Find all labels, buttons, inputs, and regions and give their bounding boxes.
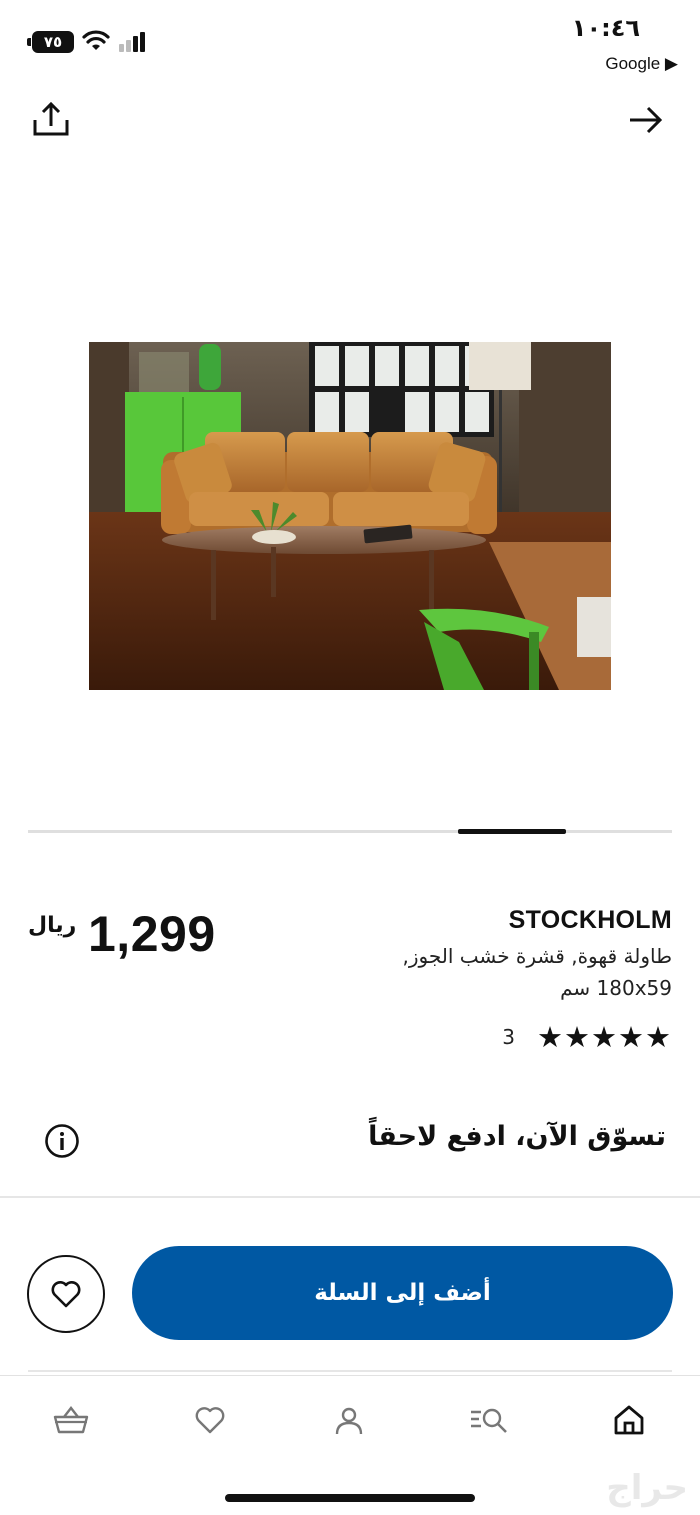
price-value: 1,299 (88, 906, 216, 962)
basket-icon (53, 1406, 89, 1434)
home-indicator[interactable] (225, 1494, 475, 1502)
profile-icon (335, 1407, 363, 1435)
battery-icon: ٧٥ (27, 31, 74, 53)
price: ريال 1,299 (28, 905, 268, 975)
product-image[interactable] (89, 342, 611, 690)
wifi-icon (82, 30, 110, 50)
status-bar: ٧٥ ١٠:٤٦ Google ▶ (0, 0, 700, 90)
pager-indicator (458, 829, 566, 834)
tab-search[interactable] (469, 1400, 509, 1440)
heart-icon (195, 1407, 225, 1434)
add-to-cart-button[interactable]: أضف إلى السلة (132, 1246, 673, 1340)
watermark-logo: حراج (606, 1468, 688, 1508)
status-time: ١٠:٤٦ (571, 14, 640, 42)
tab-favourites[interactable] (190, 1400, 230, 1440)
image-pager (28, 829, 672, 834)
price-currency: ريال (28, 913, 77, 938)
pay-later-label: تسوّق الآن، ادفع لاحقاً (368, 1121, 666, 1152)
tab-profile[interactable] (329, 1400, 369, 1440)
review-count: 3 (502, 1025, 515, 1049)
product-name[interactable]: STOCKHOLM (509, 906, 672, 935)
search-icon (471, 1408, 507, 1433)
share-button[interactable] (30, 100, 72, 140)
bottom-tab-bar: حراج (0, 1375, 700, 1515)
home-icon (614, 1405, 644, 1435)
favourite-button[interactable] (27, 1255, 105, 1333)
divider (28, 1370, 672, 1372)
product-photo (89, 342, 611, 690)
tab-basket[interactable] (51, 1400, 91, 1440)
tab-home[interactable] (609, 1400, 649, 1440)
back-to-app-link[interactable]: Google ▶ (605, 54, 678, 74)
battery-level: ٧٥ (43, 33, 63, 51)
signal-icon (119, 32, 145, 52)
product-description: طاولة قهوة, قشرة خشب الجوز, 180x59 سم (402, 944, 672, 1000)
arrow-right-icon (630, 106, 663, 134)
pay-later-row[interactable]: تسوّق الآن، ادفع لاحقاً (0, 1115, 700, 1171)
forward-button[interactable] (626, 100, 666, 140)
product-rating[interactable]: 3 ★★★★★ (502, 1020, 672, 1054)
divider (0, 1196, 700, 1198)
heart-icon (51, 1281, 81, 1308)
rating-stars: ★★★★★ (537, 1020, 672, 1054)
info-icon[interactable] (44, 1123, 80, 1159)
share-icon (33, 101, 69, 136)
